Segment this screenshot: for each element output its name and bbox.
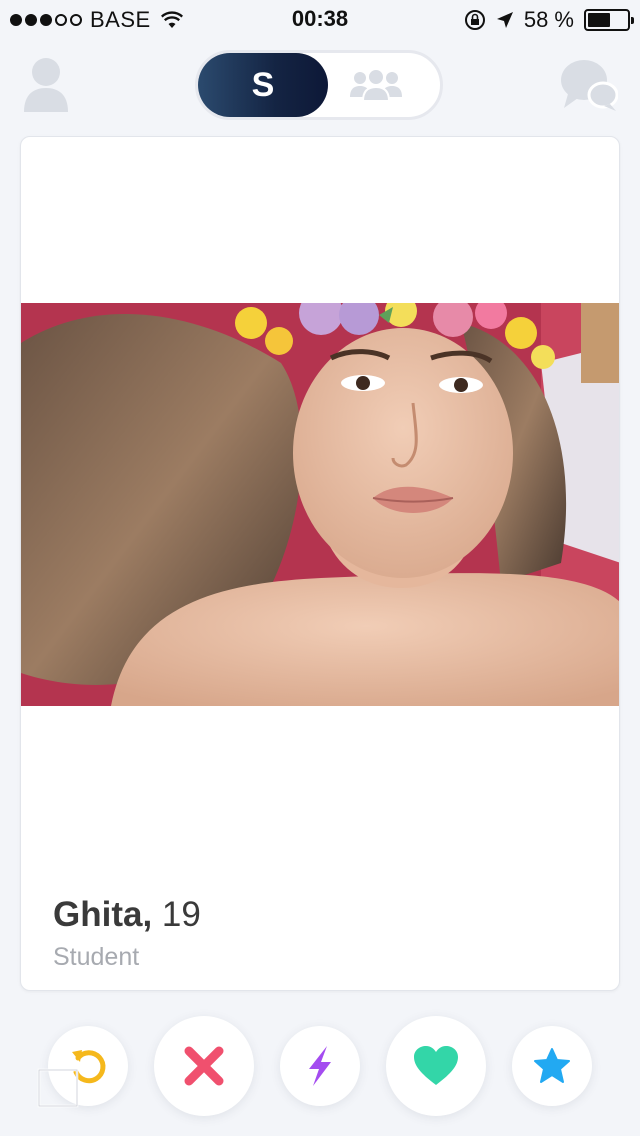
battery-percent: 58 % [523, 7, 574, 32]
close-icon [184, 1046, 224, 1086]
like-button[interactable] [386, 1016, 486, 1116]
screen: BASE 00:38 58 % S Ghita, 19 Student [0, 0, 640, 1136]
status-bar: BASE 00:38 58 % [0, 0, 640, 40]
heart-icon [414, 1046, 458, 1085]
group-icon[interactable] [348, 67, 404, 103]
name-age: Ghita, 19 [53, 895, 201, 935]
person-icon[interactable] [22, 56, 70, 114]
location-arrow-icon [496, 12, 513, 28]
profile-photo [21, 303, 619, 706]
boost-button[interactable] [280, 1026, 360, 1106]
super-like-button[interactable] [512, 1026, 592, 1106]
profile-name: Ghita, [53, 895, 153, 934]
action-bar [0, 1010, 640, 1130]
mode-toggle[interactable]: S [195, 50, 443, 120]
profile-card[interactable]: Ghita, 19 Student [20, 136, 620, 991]
star-icon [534, 1048, 570, 1083]
battery-icon [584, 9, 634, 31]
lightning-icon [309, 1046, 331, 1086]
toggle-active-segment[interactable]: S [198, 53, 328, 117]
photo-illustration [21, 303, 619, 706]
top-nav: S [0, 48, 640, 128]
profile-occupation: Student [53, 943, 140, 971]
battery-fill [588, 13, 611, 27]
share-icon[interactable] [36, 1052, 80, 1108]
chat-bubbles-icon[interactable] [560, 58, 618, 112]
profile-age: 19 [161, 895, 201, 934]
status-right: 58 % [464, 7, 634, 33]
nope-button[interactable] [154, 1016, 254, 1116]
toggle-active-label: S [251, 65, 275, 104]
orientation-lock-icon [464, 10, 485, 30]
